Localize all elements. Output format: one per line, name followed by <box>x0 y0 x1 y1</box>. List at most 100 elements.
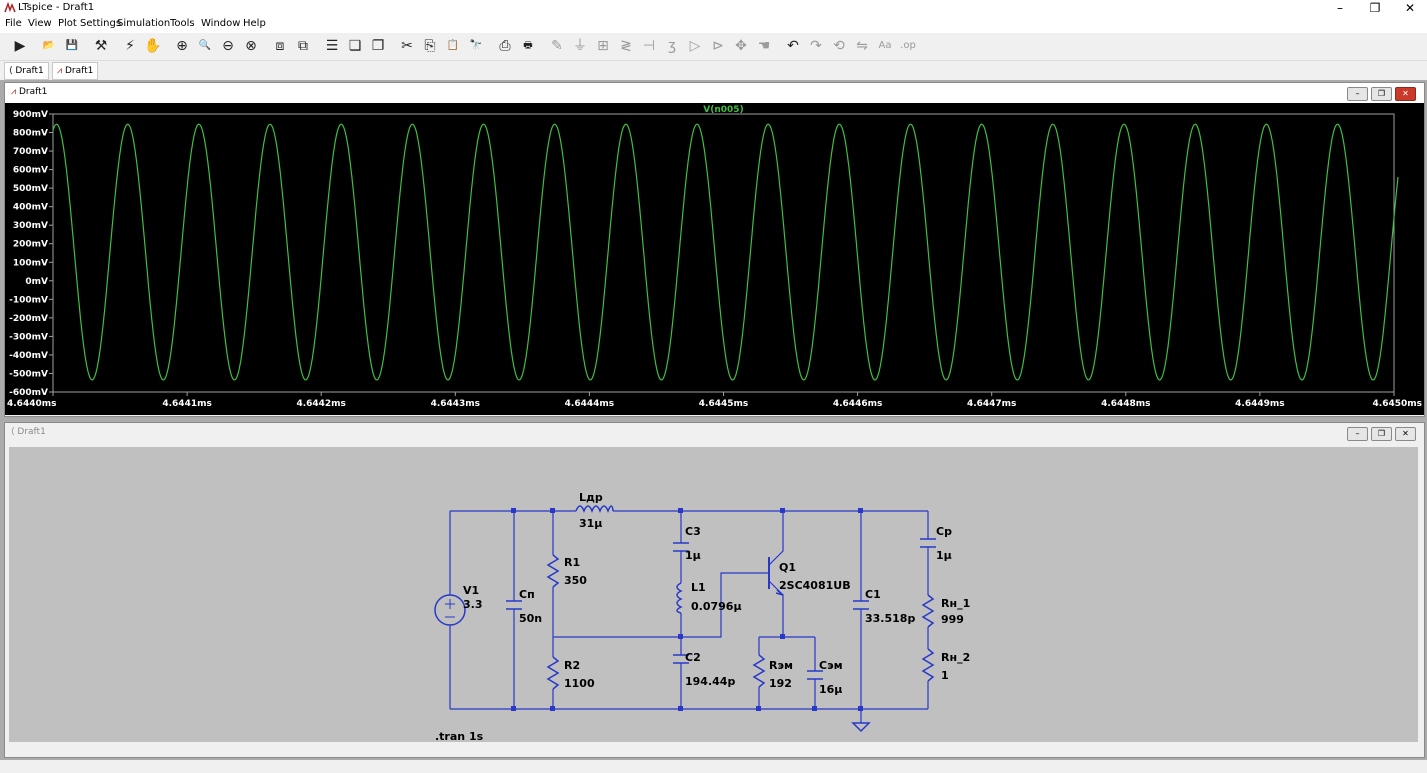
autorange-icon[interactable]: ⚡ <box>120 36 140 56</box>
rn1-value: 999 <box>941 613 964 626</box>
y-tick-label: -100mV <box>9 295 48 305</box>
schematic-minimize-button[interactable]: – <box>1347 427 1368 441</box>
open-icon[interactable]: 📂 <box>39 36 59 56</box>
menu-simulation[interactable]: Simulation <box>117 18 170 29</box>
schematic-window: ⟨ Draft1 – ❐ ✕ Lдр 31μ C3 1μ Q1 2SC4081U… <box>4 422 1425 758</box>
schematic-canvas[interactable]: Lдр 31μ C3 1μ Q1 2SC4081UB Cp 1μ R1 350 … <box>9 447 1418 743</box>
pan-icon[interactable]: ✋ <box>143 36 163 56</box>
cem-value: 16μ <box>819 683 842 696</box>
x-tick-label: 4.6444ms <box>565 399 614 409</box>
menu-tools[interactable]: Tools <box>170 18 195 29</box>
rotate-icon[interactable]: ⟲ <box>829 36 849 56</box>
component-icon[interactable]: ⊳ <box>708 36 728 56</box>
capacitor-cn <box>506 600 522 610</box>
ltspice-logo-icon <box>4 2 16 13</box>
plot-minimize-button[interactable]: – <box>1347 87 1368 101</box>
menu-help[interactable]: Help <box>243 18 266 29</box>
r2-value: 1100 <box>564 677 595 690</box>
x-tick-label: 4.6447ms <box>967 399 1016 409</box>
y-tick-label: 500mV <box>13 184 48 194</box>
y-tick-label: 0mV <box>25 277 48 287</box>
cascade-icon[interactable]: ❏ <box>345 36 365 56</box>
zoom-in-icon[interactable]: ⊕ <box>172 36 192 56</box>
control-panel-icon[interactable]: ⚒ <box>91 36 111 56</box>
zoom-cancel-icon[interactable]: ⊗ <box>241 36 261 56</box>
menu-file[interactable]: File <box>5 18 22 29</box>
l1-name: L1 <box>691 581 706 594</box>
tile-vertical-icon[interactable]: ❐ <box>368 36 388 56</box>
x-tick-label: 4.6445ms <box>699 399 748 409</box>
zoom-area-icon[interactable]: 🔍 <box>195 36 215 56</box>
save-icon[interactable]: 💾 <box>62 36 82 56</box>
capacitor-c1 <box>853 600 869 610</box>
waveform-chart[interactable]: 900mV 800mV 700mV 600mV 500mV 400mV 300mV 200mV… <box>5 103 1424 415</box>
ldr-name: Lдр <box>579 491 603 504</box>
inductor-icon[interactable]: ʒ <box>662 36 682 56</box>
diode-icon[interactable]: ▷ <box>685 36 705 56</box>
rem-name: Rэм <box>769 659 793 672</box>
x-tick-label: 4.6450ms <box>1373 399 1422 409</box>
find-icon[interactable]: 🔭 <box>466 36 486 56</box>
tile-horizontal-icon[interactable]: ☰ <box>322 36 342 56</box>
x-tick-label: 4.6448ms <box>1101 399 1150 409</box>
drag-icon[interactable]: ☚ <box>754 36 774 56</box>
schematic-close-button[interactable]: ✕ <box>1395 427 1416 441</box>
resistor-icon[interactable]: ≷ <box>616 36 636 56</box>
minimize-button[interactable]: – <box>1325 0 1355 17</box>
autorange-x-icon[interactable]: ⧉ <box>293 36 313 56</box>
cp-name: Cp <box>936 525 952 538</box>
schematic-restore-button[interactable]: ❐ <box>1371 427 1392 441</box>
circuit-schematic[interactable]: Lдр 31μ C3 1μ Q1 2SC4081UB Cp 1μ R1 350 … <box>9 447 1418 743</box>
series-line-vn005 <box>52 123 1399 381</box>
schematic-window-titlebar: ⟨ Draft1 – ❐ ✕ <box>5 423 1424 443</box>
restore-button[interactable]: ❐ <box>1360 0 1390 17</box>
c1-name: C1 <box>865 588 881 601</box>
spice-directive-icon[interactable]: .op <box>898 36 918 56</box>
y-tick-label: 100mV <box>13 258 48 268</box>
capacitor-cp <box>920 538 936 548</box>
menu-window[interactable]: Window <box>201 18 240 29</box>
cem-name: Cэм <box>819 659 843 672</box>
spice-directive[interactable]: .tran 1s <box>435 730 484 743</box>
close-button[interactable]: ✕ <box>1395 0 1425 17</box>
toolbar: ▶ 📂 💾 ⚒ ⚡ ✋ ⊕ 🔍 ⊖ ⊗ ⧈ ⧉ ☰ ❏ ❐ ✂ ⎘ 📋 🔭 ⎙ 🖶 ✎ ⏚ ⊞ ≷ ⊣ ʒ ▷ ⊳ ✥ ☚ ↶ ↷ ⟲ ⇋ Aa .op <box>0 33 1427 61</box>
v1-value: 3.3 <box>463 598 483 611</box>
autorange-y-icon[interactable]: ⧈ <box>270 36 290 56</box>
menu-plot-settings[interactable]: Plot Settings <box>58 18 121 29</box>
y-tick-label: 900mV <box>13 110 48 120</box>
plot-window-titlebar: ⩘ Draft1 – ❐ ✕ <box>5 83 1424 103</box>
x-tick-label: 4.6442ms <box>296 399 345 409</box>
ground-icon[interactable]: ⏚ <box>570 36 590 56</box>
run-icon[interactable]: ▶ <box>10 36 30 56</box>
plot-window-title: Draft1 <box>18 87 48 97</box>
menu-view[interactable]: View <box>28 18 52 29</box>
cp-value: 1μ <box>936 549 952 562</box>
text-icon[interactable]: Aa <box>875 36 895 56</box>
tab-schematic[interactable]: ⟨ Draft1 <box>4 62 49 80</box>
capacitor-icon[interactable]: ⊣ <box>639 36 659 56</box>
tab-plot[interactable]: ⩘ Draft1 <box>52 62 99 80</box>
y-tick-label: 800mV <box>13 129 48 139</box>
label-icon[interactable]: ⊞ <box>593 36 613 56</box>
cut-icon[interactable]: ✂ <box>397 36 417 56</box>
paste-icon[interactable]: 📋 <box>443 36 463 56</box>
undo-icon[interactable]: ↶ <box>783 36 803 56</box>
print-setup-icon[interactable]: 🖶 <box>518 36 538 56</box>
mdi-workspace: ⩘ Draft1 – ❐ ✕ 900mV 800mV 700mV 600mV 500mV… <box>0 80 1427 760</box>
move-icon[interactable]: ✥ <box>731 36 751 56</box>
plot-pane[interactable]: 900mV 800mV 700mV 600mV 500mV 400mV 300mV 200mV… <box>5 103 1424 415</box>
ldr-value: 31μ <box>579 517 602 530</box>
c2-name: C2 <box>685 651 701 664</box>
redo-icon[interactable]: ↷ <box>806 36 826 56</box>
print-icon[interactable]: ⎙ <box>495 36 515 56</box>
mirror-icon[interactable]: ⇋ <box>852 36 872 56</box>
plot-restore-button[interactable]: ❐ <box>1371 87 1392 101</box>
wire-icon[interactable]: ✎ <box>547 36 567 56</box>
y-tick-label: 200mV <box>13 240 48 250</box>
plot-close-button[interactable]: ✕ <box>1395 87 1416 101</box>
zoom-out-icon[interactable]: ⊖ <box>218 36 238 56</box>
q1-name: Q1 <box>779 561 796 574</box>
copy-icon[interactable]: ⎘ <box>420 36 440 56</box>
r1-name: R1 <box>564 556 580 569</box>
plot-frame <box>52 113 1395 393</box>
